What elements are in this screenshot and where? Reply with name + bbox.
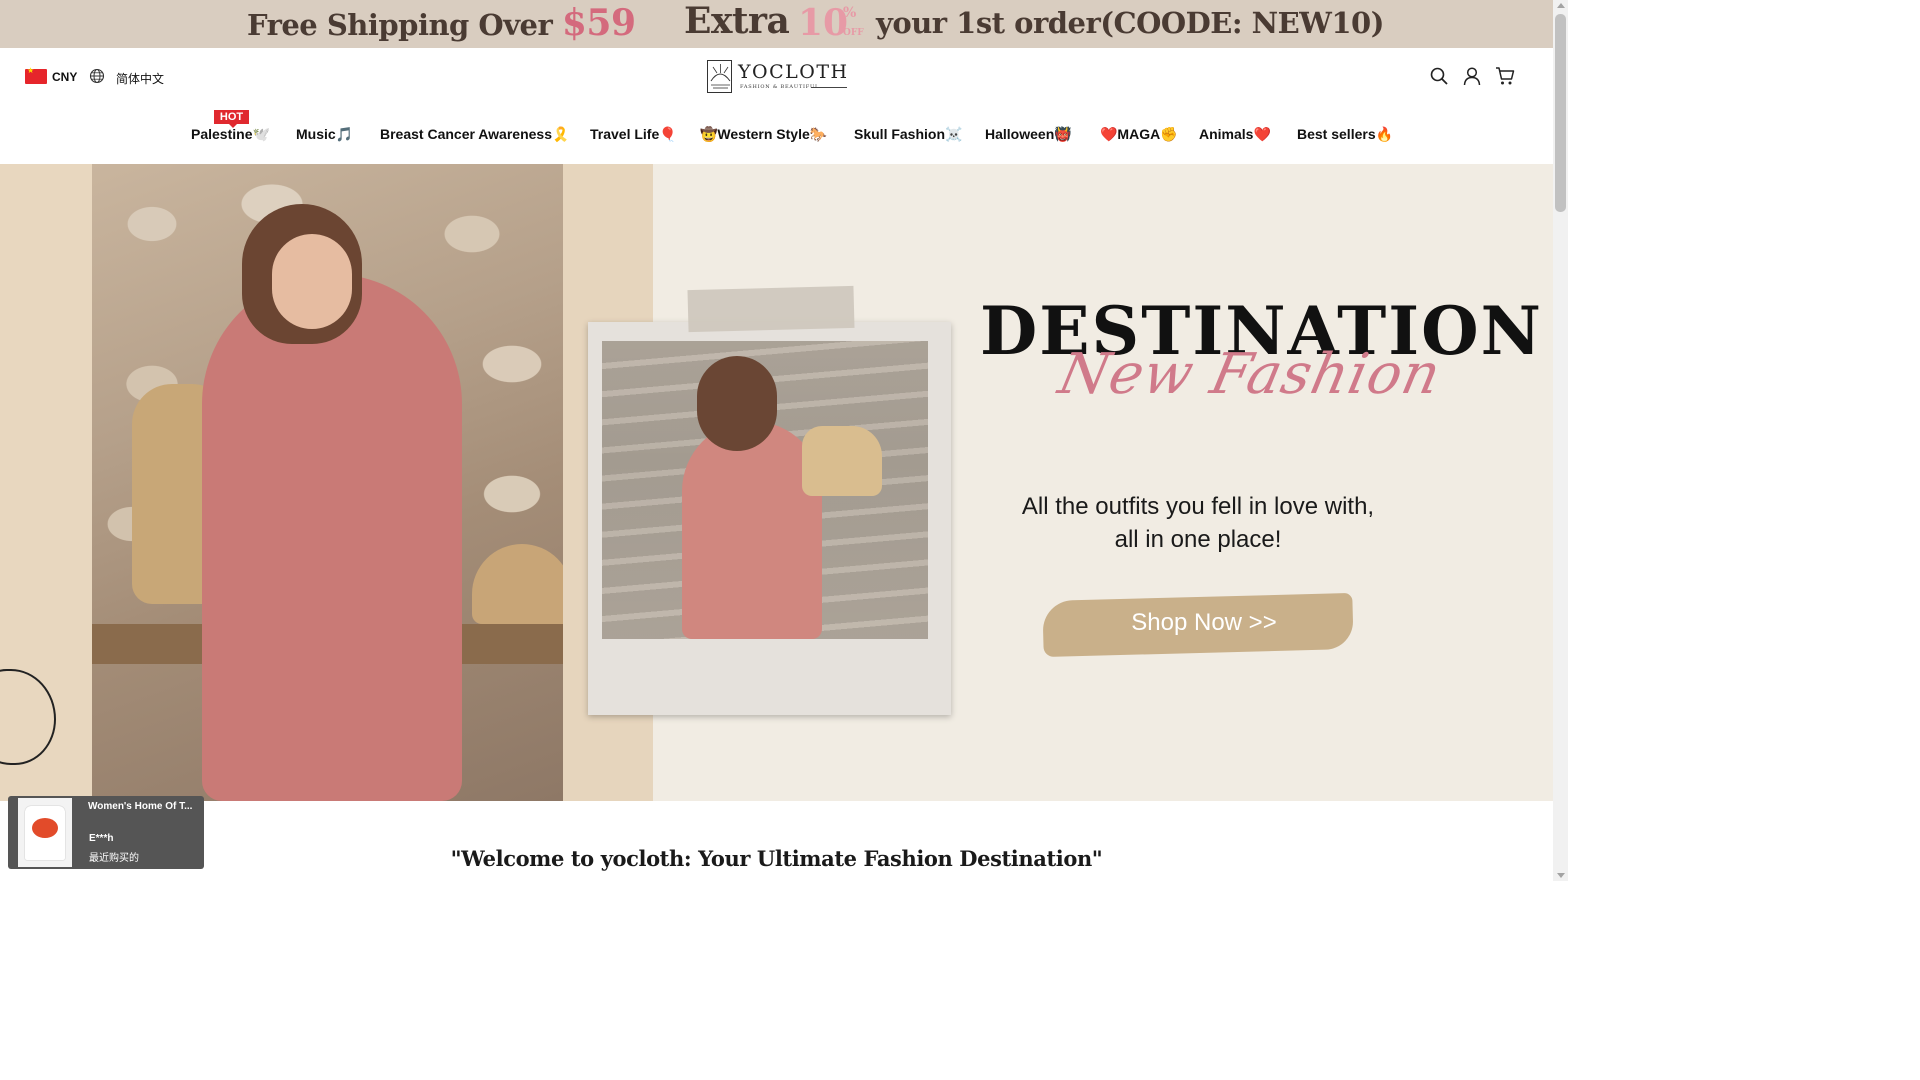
tape-strip	[687, 285, 855, 333]
nav-item-travel-life[interactable]: Travel Life🎈	[590, 126, 677, 143]
hero-model-photo	[92, 164, 563, 801]
logo-divider	[811, 87, 847, 88]
nav-item-music[interactable]: Music🎵	[296, 126, 353, 143]
promo-percent-sign: %	[843, 5, 857, 21]
polaroid-frame	[588, 322, 951, 715]
nav-item-maga[interactable]: ❤️MAGA✊	[1100, 126, 1178, 143]
site-header: CNY 简体中文 YOCLOTH FASHION & BEAUTIFU	[0, 48, 1553, 106]
promo-off: OFF	[843, 28, 864, 38]
logo-tagline: FASHION & BEAUTIFUL	[740, 84, 820, 90]
popup-product-title[interactable]: Women's Home Of T...	[88, 801, 200, 812]
promo-discount: 10	[798, 2, 849, 44]
promo-banner[interactable]: Free Shipping Over $59 Extra 10 % OFF yo…	[0, 0, 1553, 48]
hero-tagline-line1: All the outfits you fell in love with,	[1021, 493, 1375, 520]
nav-item-palestine[interactable]: Palestine🕊️	[191, 126, 270, 143]
promo-shipping-amount: $59	[561, 2, 636, 44]
model-pink-dress	[202, 274, 462, 801]
account-icon[interactable]	[1462, 66, 1482, 86]
china-flag-icon[interactable]	[25, 66, 47, 84]
promo-shipping-text: Free Shipping Over	[247, 8, 562, 42]
tshirt-print	[32, 818, 58, 838]
logo-name: YOCLOTH	[738, 61, 849, 83]
model-sitting-hair	[697, 356, 777, 451]
nav-item-halloween[interactable]: Halloween👹	[985, 126, 1072, 143]
nav-item-breast-cancer-awareness[interactable]: Breast Cancer Awareness🎗️	[380, 126, 569, 143]
scroll-thumb[interactable]	[1555, 14, 1566, 212]
nav-item-animals[interactable]: Animals❤️	[1199, 126, 1271, 143]
hero-script-text: New Fashion	[1053, 342, 1447, 407]
nav-item-best-sellers[interactable]: Best sellers🔥	[1297, 126, 1393, 143]
shop-now-label: Shop Now >>	[1131, 609, 1277, 636]
hero-banner[interactable]: DESTINATION New Fashion All the outfits …	[0, 164, 1553, 801]
site-logo[interactable]: YOCLOTH FASHION & BEAUTIFUL	[707, 60, 849, 94]
welcome-heading: "Welcome to yocloth: Your Ultimate Fashi…	[450, 846, 1103, 871]
hero-tagline-line2: all in one place!	[1114, 526, 1282, 553]
hero-tagline: All the outfits you fell in love with, a…	[1000, 490, 1396, 556]
model-sitting	[682, 421, 822, 639]
nav-item-western-style[interactable]: 🤠Western Style🐎	[700, 126, 827, 143]
cart-icon[interactable]	[1495, 66, 1515, 86]
hot-badge: HOT	[214, 110, 249, 128]
globe-icon[interactable]	[89, 68, 105, 84]
nav-item-skull-fashion[interactable]: Skull Fashion☠️	[854, 126, 962, 143]
product-thumbnail[interactable]	[18, 798, 72, 867]
polaroid-photo	[602, 341, 928, 639]
shop-now-button[interactable]: Shop Now >>	[1042, 592, 1354, 658]
language-selector[interactable]: 简体中文	[116, 70, 164, 87]
promo-extra: Extra	[684, 0, 790, 42]
search-icon[interactable]	[1429, 66, 1449, 86]
page: Free Shipping Over $59 Extra 10 % OFF yo…	[0, 0, 1568, 881]
currency-selector[interactable]: CNY	[52, 70, 77, 84]
promo-order-code: your 1st order(COODE: NEW10)	[876, 6, 1384, 40]
promo-shipping: Free Shipping Over $59	[247, 2, 636, 44]
scroll-down-arrow-icon[interactable]	[1557, 873, 1565, 878]
main-nav: HOT Palestine🕊️ Music🎵 Breast Cancer Awa…	[0, 106, 1553, 164]
recent-purchase-popup[interactable]: Women's Home Of T... E***h 最近购买的	[8, 796, 204, 869]
popup-buyer: E***h	[89, 833, 114, 844]
straw-hat-small	[802, 426, 882, 496]
popup-time: 最近购买的	[89, 853, 139, 864]
page-scrollbar[interactable]	[1553, 0, 1568, 881]
scroll-up-arrow-icon[interactable]	[1557, 3, 1565, 8]
logo-mark-icon	[707, 60, 732, 93]
model-face	[272, 234, 352, 329]
